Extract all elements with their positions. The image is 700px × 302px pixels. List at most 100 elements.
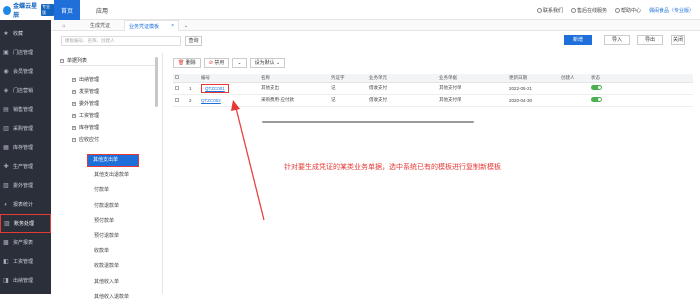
sidebar-item[interactable]: ▤ 销售管理 xyxy=(0,100,51,119)
sidebar-item[interactable]: ▩ 资产报表 xyxy=(0,233,51,252)
accounting-icon: ▨ xyxy=(4,220,10,227)
tree-leaf[interactable]: 其他支出退款单 xyxy=(94,171,129,180)
row-select[interactable] xyxy=(173,94,187,107)
sidebar-item[interactable]: ◧ 工资管理 xyxy=(0,252,51,271)
template-code-link[interactable]: QTZC002 xyxy=(201,98,221,103)
sidebar-item[interactable]: ▨ 账务处理 xyxy=(0,214,51,233)
row-date: 2020-04-30 xyxy=(507,94,559,107)
tree-node[interactable]: + 工资管理 xyxy=(72,111,99,120)
chevron-down-icon: ⌄ xyxy=(275,60,281,66)
set-default-button[interactable]: 设为默认 ⌄ xyxy=(249,58,286,68)
tree-expand-icon[interactable]: + xyxy=(72,77,76,82)
disable-button[interactable]: ⊘ 禁用 xyxy=(203,58,230,68)
sidebar-item[interactable]: ▣ 门店管理 xyxy=(0,43,51,62)
tree-leaf[interactable]: 预付退款单 xyxy=(94,232,119,241)
export-button[interactable]: 导出 xyxy=(637,35,663,45)
sidebar-item[interactable]: ▧ 委外管理 xyxy=(0,176,51,195)
tree-collapse-icon[interactable]: − xyxy=(60,59,64,63)
tree-leaf[interactable]: 其他收入退款单 xyxy=(94,293,129,302)
row-select[interactable] xyxy=(173,82,187,95)
status-toggle[interactable] xyxy=(591,97,602,102)
disable-dropdown[interactable]: ⌄ xyxy=(232,58,247,68)
query-button[interactable]: 查询 xyxy=(185,36,202,46)
sidebar-item[interactable]: ▦ 库存管理 xyxy=(0,138,51,157)
tree-collapse-icon[interactable]: − xyxy=(72,137,76,142)
sidebar-item-label: 账务处理 xyxy=(14,221,35,227)
sidebar-item[interactable]: ◈ 门店营销 xyxy=(0,81,51,100)
col-voucher: 凭证字 xyxy=(329,74,367,83)
tree-leaf[interactable]: 收款退款单 xyxy=(94,262,119,271)
tree-node[interactable]: + 库存管理 xyxy=(72,123,99,132)
star-icon: ★ xyxy=(3,30,9,37)
tree-expand-icon[interactable]: + xyxy=(72,113,76,118)
service-link[interactable]: 售后在线服务 xyxy=(570,7,607,14)
logo-mark-icon xyxy=(3,5,12,15)
tree-leaf[interactable]: 预付款单 xyxy=(94,217,114,226)
row-status[interactable] xyxy=(589,94,693,107)
tab-generate-voucher[interactable]: 生成凭证 xyxy=(76,20,124,31)
table-row[interactable]: 2 QTZC002 采购费用-应付款 记 借收支付 其他支付单 2020-04-… xyxy=(173,94,693,107)
new-button[interactable]: 新增 xyxy=(564,35,592,45)
row-status[interactable] xyxy=(589,82,693,95)
row-date: 2022-05-21 xyxy=(507,82,559,95)
nav-app[interactable]: 应用 xyxy=(96,0,108,20)
template-code-link[interactable]: QTZC001 xyxy=(201,83,229,93)
tree-expand-icon[interactable]: + xyxy=(72,125,76,130)
row-name: 采购费用-应付款 xyxy=(259,94,329,107)
table-row[interactable]: 1 QTZC001 其他支出 记 借收支付 其他支付单 2022-05-21 xyxy=(173,82,693,95)
tab-voucher-template[interactable]: 业务凭证模板 × xyxy=(124,20,179,31)
tree-root-label: 单据列表 xyxy=(67,58,88,64)
user-menu[interactable]: 偶闹食品（专业版） xyxy=(649,7,694,14)
close-button[interactable]: 关闭 xyxy=(671,35,685,45)
row-checkbox[interactable] xyxy=(175,85,179,90)
search-row: 模板编号、名称、创建人 查询 新增 导入 导出 关闭 xyxy=(51,31,700,53)
row-code-cell[interactable]: QTZC002 xyxy=(199,94,259,107)
tree-leaf[interactable]: 收款单 xyxy=(94,247,109,256)
status-toggle[interactable] xyxy=(591,85,602,90)
tree-root[interactable]: − 单据列表 xyxy=(60,57,155,66)
search-input[interactable]: 模板编号、名称、创建人 xyxy=(61,36,181,46)
tree-node[interactable]: − 应收应付 xyxy=(72,135,99,144)
help-link[interactable]: 帮助中心 xyxy=(614,7,641,14)
sidebar-item-label: 库存管理 xyxy=(13,145,34,151)
delete-button[interactable]: 🗑 删除 xyxy=(173,58,201,68)
close-icon[interactable]: × xyxy=(171,23,174,29)
tree-expand-icon[interactable]: + xyxy=(72,101,76,106)
row-checkbox[interactable] xyxy=(175,97,179,102)
contact-link[interactable]: 联系我们 xyxy=(536,7,563,14)
tabs-row: ⌂ 生成凭证 业务凭证模板 × ⌄ xyxy=(51,20,700,31)
chevron-down-icon[interactable]: ⌄ xyxy=(181,20,191,31)
tree-leaf[interactable]: 付款单 xyxy=(94,186,109,195)
brand-name: 金蝶云星辰 xyxy=(13,4,38,19)
sidebar-item[interactable]: ✚ 生产管理 xyxy=(0,157,51,176)
row-name: 其他支出 xyxy=(259,82,329,95)
sidebar-item[interactable]: ★ 收藏 xyxy=(0,24,51,43)
tree-node[interactable]: + 委外管理 xyxy=(72,99,99,108)
asset-icon: ▩ xyxy=(3,239,9,246)
sidebar-item[interactable]: ◨ 出纳管理 xyxy=(0,271,51,290)
tree-leaf[interactable]: 付款退款单 xyxy=(94,202,119,211)
home-tab-icon[interactable]: ⌂ xyxy=(58,20,70,31)
template-table: 编号 名称 凭证字 业务单元 业务单据 更新日期 创建人 状态 1 QTZC00… xyxy=(173,74,693,107)
sidebar-item[interactable]: ◉ 会员管理 xyxy=(0,62,51,81)
import-button[interactable]: 导入 xyxy=(604,35,630,45)
brand-logo[interactable]: 金蝶云星辰 专业版 xyxy=(0,0,54,20)
tree-node[interactable]: + 发票管理 xyxy=(72,87,99,96)
row-code-cell[interactable]: QTZC001 xyxy=(199,82,259,95)
sidebar-item-label: 资产报表 xyxy=(13,240,34,246)
tree-scrollbar[interactable] xyxy=(155,57,158,107)
table-header-row: 编号 名称 凭证字 业务单元 业务单据 更新日期 创建人 状态 xyxy=(173,74,693,83)
chat-icon xyxy=(570,7,576,13)
nav-home[interactable]: 首页 xyxy=(54,0,80,20)
table-hscrollbar[interactable] xyxy=(262,121,474,123)
select-all-cell[interactable] xyxy=(173,74,187,83)
tree-node[interactable]: + 出纳管理 xyxy=(72,75,99,84)
tree-leaf[interactable]: 其他支出单 xyxy=(87,154,139,167)
tree-expand-icon[interactable]: + xyxy=(72,89,76,94)
chevron-down-icon: ⌄ xyxy=(237,60,242,66)
tree-leaf[interactable]: 其他收入单 xyxy=(94,278,119,287)
tree-node-label: 委外管理 xyxy=(79,101,100,107)
sidebar-item[interactable]: ▥ 采购管理 xyxy=(0,119,51,138)
select-all-checkbox[interactable] xyxy=(175,75,179,80)
sidebar-item[interactable]: ◐ 报表统计 xyxy=(0,195,51,214)
